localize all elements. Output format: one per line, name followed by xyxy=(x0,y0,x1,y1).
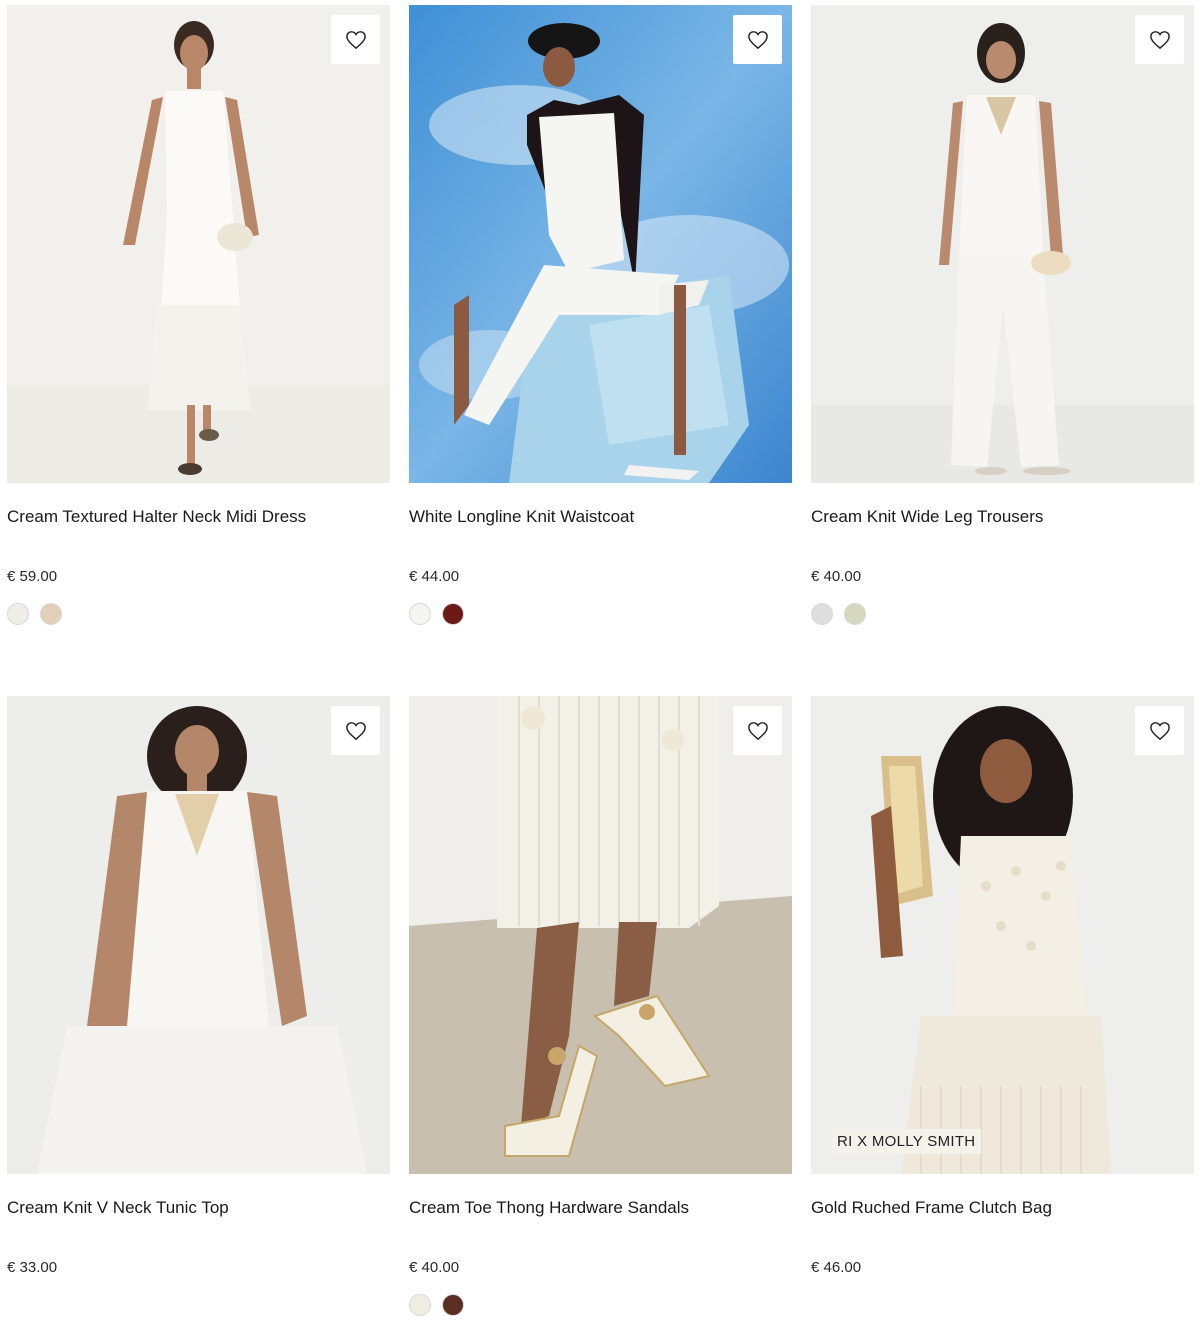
collab-badge: RI X MOLLY SMITH xyxy=(831,1129,982,1154)
model-photo xyxy=(7,5,390,483)
wishlist-button[interactable] xyxy=(331,15,380,64)
product-image[interactable] xyxy=(811,5,1194,483)
product-grid: Cream Textured Halter Neck Midi Dress € … xyxy=(0,0,1200,1327)
heart-icon xyxy=(1149,721,1170,740)
color-swatch[interactable] xyxy=(7,603,29,625)
color-swatches xyxy=(7,603,390,625)
wishlist-button[interactable] xyxy=(1135,15,1184,64)
color-swatch[interactable] xyxy=(442,603,464,625)
color-swatch[interactable] xyxy=(409,1294,431,1316)
color-swatch[interactable] xyxy=(442,1294,464,1316)
wishlist-button[interactable] xyxy=(331,706,380,755)
color-swatches xyxy=(409,1294,792,1316)
model-photo xyxy=(811,696,1194,1174)
product-price: € 46.00 xyxy=(811,1259,862,1276)
product-name[interactable]: Gold Ruched Frame Clutch Bag xyxy=(811,1198,1194,1218)
product-card[interactable]: White Longline Knit Waistcoat € 44.00 xyxy=(409,5,792,625)
product-image[interactable] xyxy=(7,5,390,483)
product-price: € 40.00 xyxy=(409,1259,460,1276)
product-price: € 44.00 xyxy=(409,568,460,585)
model-photo xyxy=(811,5,1194,483)
product-image[interactable] xyxy=(7,696,390,1174)
product-price: € 40.00 xyxy=(811,568,862,585)
color-swatches xyxy=(409,603,792,625)
product-card[interactable]: Cream Textured Halter Neck Midi Dress € … xyxy=(7,5,390,625)
product-name[interactable]: Cream Toe Thong Hardware Sandals xyxy=(409,1198,792,1218)
product-price: € 59.00 xyxy=(7,568,58,585)
product-card[interactable]: RI X MOLLY SMITH Gold Ruched Frame Clutc… xyxy=(811,696,1194,1277)
product-photo xyxy=(409,696,792,1174)
color-swatch[interactable] xyxy=(844,603,866,625)
product-name[interactable]: Cream Textured Halter Neck Midi Dress xyxy=(7,507,390,527)
heart-icon xyxy=(747,721,768,740)
product-name[interactable]: Cream Knit Wide Leg Trousers xyxy=(811,507,1194,527)
color-swatch[interactable] xyxy=(811,603,833,625)
wishlist-button[interactable] xyxy=(733,706,782,755)
heart-icon xyxy=(345,721,366,740)
color-swatch[interactable] xyxy=(40,603,62,625)
heart-icon xyxy=(345,30,366,49)
wishlist-button[interactable] xyxy=(1135,706,1184,755)
model-photo xyxy=(409,5,792,483)
product-image[interactable] xyxy=(409,696,792,1174)
product-image[interactable] xyxy=(409,5,792,483)
product-card[interactable]: Cream Toe Thong Hardware Sandals € 40.00 xyxy=(409,696,792,1316)
product-name[interactable]: Cream Knit V Neck Tunic Top xyxy=(7,1198,390,1218)
color-swatches xyxy=(811,603,1194,625)
color-swatch[interactable] xyxy=(409,603,431,625)
product-price: € 33.00 xyxy=(7,1259,58,1276)
heart-icon xyxy=(1149,30,1170,49)
heart-icon xyxy=(747,30,768,49)
product-image[interactable]: RI X MOLLY SMITH xyxy=(811,696,1194,1174)
product-card[interactable]: Cream Knit V Neck Tunic Top € 33.00 xyxy=(7,696,390,1277)
wishlist-button[interactable] xyxy=(733,15,782,64)
product-name[interactable]: White Longline Knit Waistcoat xyxy=(409,507,792,527)
product-card[interactable]: Cream Knit Wide Leg Trousers € 40.00 xyxy=(811,5,1194,625)
model-photo xyxy=(7,696,390,1174)
